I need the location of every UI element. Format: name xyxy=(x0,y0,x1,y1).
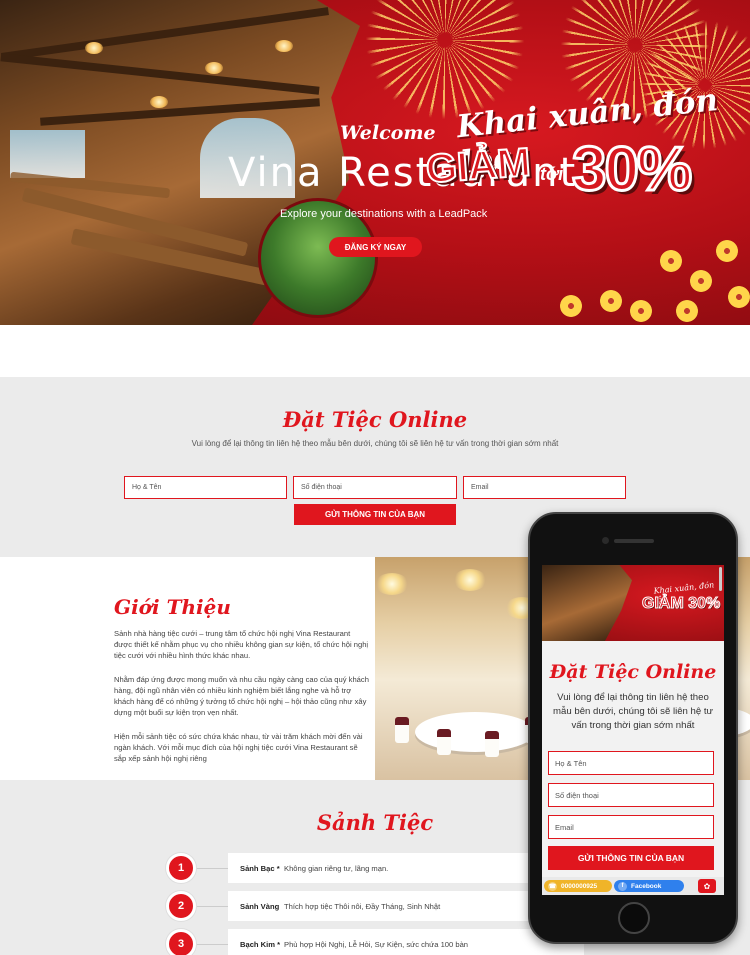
hotline-number: 0000000925 xyxy=(561,882,598,890)
hall-description: Không gian riêng tư, lãng mạn. xyxy=(284,863,389,873)
mobile-submit-button[interactable]: GỬI THÔNG TIN CỦA BẠN xyxy=(548,846,714,870)
promo-discount: GIẢM tới 30% xyxy=(424,134,746,206)
booking-title: Đặt Tiệc Online xyxy=(282,407,468,432)
phone-speaker xyxy=(614,539,654,543)
mobile-contact-bar: ☎ 0000000925 f Facebook ✿ xyxy=(542,877,724,895)
hall-number-badge: 3 xyxy=(166,929,196,955)
phone-field[interactable]: Số điện thoại xyxy=(293,476,457,499)
promo-toi: tới xyxy=(540,164,564,184)
messenger-icon[interactable]: ✿ xyxy=(698,879,716,893)
mobile-booking-title: Đặt Tiệc Online xyxy=(549,661,717,683)
promo-giam: GIẢM xyxy=(424,139,533,192)
hall-name: Bạch Kim * xyxy=(240,939,281,949)
register-now-button[interactable]: ĐĂNG KÝ NGAY xyxy=(329,237,422,257)
mobile-screen: Khai xuân, đón lộc GIẢM 30% Đặt Tiệc Onl… xyxy=(542,565,724,895)
facebook-label: Facebook xyxy=(631,882,662,890)
intro-paragraph-1: Sảnh nhà hàng tiệc cưới – trung tâm tổ c… xyxy=(114,629,369,660)
intro-paragraph-2: Nhằm đáp ứng được mong muốn và nhu cầu n… xyxy=(114,675,369,717)
hall-item: Bạch Kim * Phù hợp Hội Nghị, Lễ Hỏi, Sự … xyxy=(228,929,584,955)
mobile-promo-discount: GIẢM 30% xyxy=(641,595,721,613)
hero-subtitle: Explore your destinations with a LeadPac… xyxy=(280,208,488,220)
name-field[interactable]: Họ & Tên xyxy=(124,476,287,499)
hall-name: Sảnh Bạc * xyxy=(240,863,280,873)
mobile-scrollbar[interactable] xyxy=(719,567,722,591)
mobile-preview-device: Khai xuân, đón lộc GIẢM 30% Đặt Tiệc Onl… xyxy=(528,512,738,944)
hall-description: Phù hợp Hội Nghị, Lễ Hỏi, Sự Kiện, sức c… xyxy=(284,939,469,949)
intro-section: Giới Thiệu Sảnh nhà hàng tiệc cưới – tru… xyxy=(0,557,375,780)
intro-paragraph-3: Hiện mỗi sảnh tiệc có sức chứa khác nhau… xyxy=(114,732,363,763)
mobile-name-field[interactable]: Họ & Tên xyxy=(548,751,714,775)
hall-description: Thích hợp tiệc Thôi nôi, Đầy Tháng, Sinh… xyxy=(284,901,441,911)
hero-welcome: Welcome xyxy=(340,122,436,144)
intro-title: Giới Thiệu xyxy=(114,595,231,619)
facebook-button[interactable]: f Facebook xyxy=(614,880,684,892)
submit-info-button[interactable]: GỬI THÔNG TIN CỦA BẠN xyxy=(294,504,456,525)
mobile-hero-banner: Khai xuân, đón lộc GIẢM 30% xyxy=(542,565,724,641)
hero-banner: Welcome Vina Restaurant Explore your des… xyxy=(0,0,750,325)
mobile-phone-field[interactable]: Số điện thoại xyxy=(548,783,714,807)
landing-page: Welcome Vina Restaurant Explore your des… xyxy=(0,0,750,955)
hall-name: Sảnh Vàng xyxy=(240,901,280,911)
phone-icon: ☎ xyxy=(548,881,557,891)
hall-number-badge: 1 xyxy=(166,853,196,883)
hotline-button[interactable]: ☎ 0000000925 xyxy=(544,880,612,892)
phone-home-button xyxy=(618,902,650,934)
booking-description: Vui lòng để lại thông tin liên hệ theo m… xyxy=(191,439,559,448)
hall-number-badge: 2 xyxy=(166,891,196,921)
promo-percent: 30% xyxy=(570,134,693,206)
mobile-booking-description: Vui lòng để lại thông tin liên hệ theo m… xyxy=(553,692,713,731)
mobile-email-field[interactable]: Email xyxy=(548,815,714,839)
phone-camera xyxy=(602,537,609,544)
email-field[interactable]: Email xyxy=(463,476,626,499)
facebook-icon: f xyxy=(618,881,627,891)
